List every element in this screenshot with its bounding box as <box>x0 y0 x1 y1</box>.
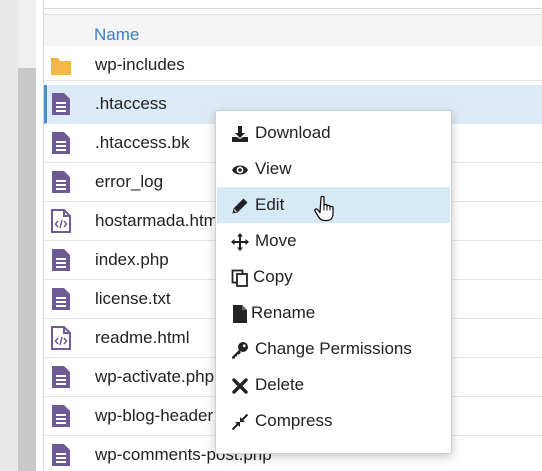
name-column-header[interactable]: Name <box>94 25 139 45</box>
file-name[interactable]: hostarmada.htm <box>95 211 218 231</box>
copy-icon <box>231 269 248 287</box>
compress-icon <box>231 413 249 431</box>
menu-item-delete[interactable]: Delete <box>217 367 450 403</box>
text-file-icon <box>52 93 70 115</box>
menu-item-move[interactable]: Move <box>217 223 450 259</box>
hand-pointer-cursor-icon <box>314 195 334 222</box>
file-name[interactable]: readme.html <box>95 328 189 348</box>
menu-item-label: Delete <box>255 375 305 394</box>
text-file-icon <box>52 366 70 388</box>
menu-item-label: Change Permissions <box>255 339 412 358</box>
left-panel-scroll-track <box>0 0 18 471</box>
menu-item-label: Edit <box>255 195 285 214</box>
toolbar-edge <box>44 0 542 9</box>
menu-item-rename[interactable]: Rename <box>217 295 450 331</box>
menu-item-copy[interactable]: Copy <box>217 259 450 295</box>
text-file-icon <box>52 444 70 466</box>
text-file-icon <box>52 132 70 154</box>
menu-item-label: Copy <box>253 267 293 286</box>
menu-item-download[interactable]: Download <box>217 115 450 151</box>
pencil-icon <box>232 198 248 214</box>
menu-item-compress[interactable]: Compress <box>217 403 450 439</box>
file-row-wp-includes[interactable]: wp-includes <box>44 46 542 81</box>
context-menu: Download View Edit Move Copy Rename Chan… <box>215 110 452 454</box>
menu-item-change-permissions[interactable]: Change Permissions <box>217 331 450 367</box>
menu-item-label: Compress <box>255 411 333 430</box>
code-file-icon <box>51 209 71 233</box>
eye-icon <box>232 165 248 175</box>
folder-icon <box>51 58 71 75</box>
text-file-icon <box>52 288 70 310</box>
file-name[interactable]: wp-blog-header <box>95 406 213 426</box>
text-file-icon <box>52 171 70 193</box>
move-arrows-icon <box>231 233 249 251</box>
menu-item-label: Download <box>255 123 331 142</box>
menu-item-label: Move <box>255 231 297 250</box>
left-panel-scrollbar-thumb[interactable] <box>18 68 36 471</box>
menu-item-label: View <box>255 159 292 178</box>
file-name[interactable]: wp-activate.php <box>95 367 214 387</box>
file-name[interactable]: index.php <box>95 250 169 270</box>
download-icon <box>232 126 248 142</box>
file-name[interactable]: .htaccess <box>95 94 167 114</box>
file-name[interactable]: license.txt <box>95 289 171 309</box>
file-icon <box>233 305 247 323</box>
file-name[interactable]: .htaccess.bk <box>95 133 190 153</box>
file-name[interactable]: error_log <box>95 172 163 192</box>
left-panel-scroll-track-top <box>18 0 36 68</box>
text-file-icon <box>52 249 70 271</box>
key-icon <box>232 342 248 359</box>
times-icon <box>232 378 248 394</box>
text-file-icon <box>52 405 70 427</box>
menu-item-label: Rename <box>251 303 316 322</box>
code-file-icon <box>51 326 71 350</box>
menu-item-view[interactable]: View <box>217 151 450 187</box>
file-name[interactable]: wp-includes <box>95 55 185 75</box>
